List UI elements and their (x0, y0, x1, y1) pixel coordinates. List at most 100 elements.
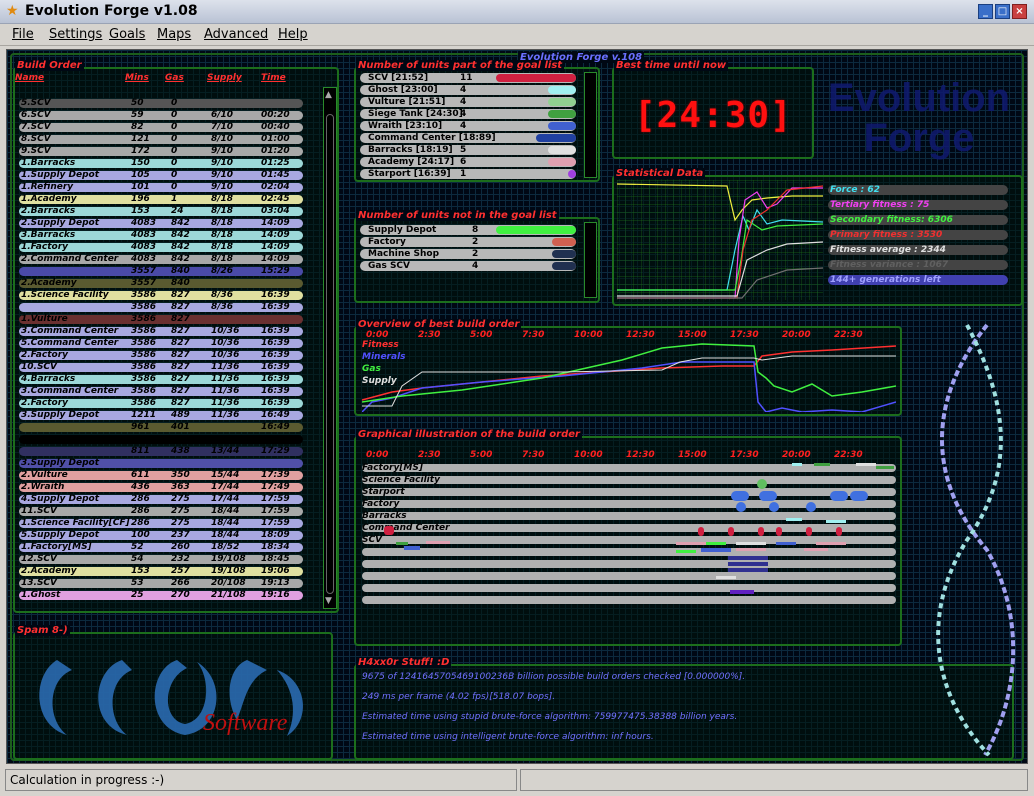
build-order-row[interactable]: 1.Supply Depot 105 0 9/10 01:45 (19, 171, 303, 180)
unit-count-bar[interactable]: Command Center [18:89] (360, 133, 576, 143)
unit-count-bar[interactable]: Supply Depot 8 (360, 225, 576, 235)
build-order-row[interactable]: 12.SCV 54 232 19/108 18:45 (19, 555, 303, 564)
minimize-icon[interactable]: _ (978, 4, 993, 19)
non-goal-title: Number of units not in the goal list (356, 210, 559, 221)
build-order-row[interactable]: 1.Academy 196 1 8/18 02:45 (19, 195, 303, 204)
maximize-icon[interactable]: □ (995, 4, 1010, 19)
non-goal-scrollbar[interactable] (584, 222, 597, 298)
build-order-row[interactable]: 811 438 13/44 17:29 (19, 447, 303, 456)
scroll-thumb[interactable] (326, 114, 334, 594)
build-order-time: 18:34 (261, 542, 290, 552)
close-icon[interactable]: × (1012, 4, 1027, 19)
build-order-row[interactable] (19, 435, 303, 444)
build-order-mins: 4083 (131, 218, 157, 228)
unit-count-bar[interactable]: Machine Shop 2 (360, 249, 576, 259)
goal-scrollbar[interactable] (584, 72, 597, 178)
unit-count-bar[interactable]: Gas SCV 4 (360, 261, 576, 271)
build-order-row[interactable]: 2.Factory 3586 827 11/36 16:39 (19, 399, 303, 408)
build-order-row[interactable]: 961 401 16:49 (19, 423, 303, 432)
unit-count-bar[interactable]: Starport [16:39] 1 (360, 169, 576, 179)
build-order-row[interactable]: 1.Vulture 3586 827 (19, 315, 303, 324)
build-order-time: 17:39 (261, 470, 290, 480)
unit-count-bar[interactable]: Academy [24:17] 6 (360, 157, 576, 167)
unit-count-bar[interactable]: Ghost [23:00] 4 (360, 85, 576, 95)
build-order-supply: 10/36 (211, 350, 240, 360)
build-order-row[interactable]: 3586 827 8/36 16:39 (19, 303, 303, 312)
build-order-row[interactable]: 5.Supply Depot 100 237 18/44 18:09 (19, 531, 303, 540)
build-order-gas: 827 (171, 374, 190, 384)
build-order-mins: 50 (131, 98, 144, 108)
status-bar: Calculation in progress :-) (0, 766, 1034, 796)
build-order-row[interactable]: 3557 840 8/26 15:29 (19, 267, 303, 276)
unit-count-bar[interactable]: Vulture [21:51] 4 (360, 97, 576, 107)
build-order-row[interactable]: 1.Factory 4083 842 8/18 14:09 (19, 243, 303, 252)
build-order-row[interactable]: 7.SCV 82 0 7/10 00:40 (19, 123, 303, 132)
scroll-up-icon[interactable]: ▲ (325, 90, 332, 100)
build-order-row[interactable]: 1.Science Facility 3586 827 8/36 16:39 (19, 291, 303, 300)
scroll-down-icon[interactable]: ▼ (325, 596, 332, 606)
build-order-row[interactable]: 2.Factory 3586 827 10/36 16:39 (19, 351, 303, 360)
build-order-time: 15:29 (261, 266, 290, 276)
non-goal-panel: Number of units not in the goal list Sup… (354, 210, 600, 303)
build-order-supply: 11/36 (211, 374, 240, 384)
menu-goals[interactable]: Goals (109, 27, 145, 42)
unit-count-bar[interactable]: Wraith [23:10] 4 (360, 121, 576, 131)
build-order-row[interactable]: 6.SCV 59 0 6/10 00:20 (19, 111, 303, 120)
build-order-row[interactable]: 2.Barracks 153 24 8/18 03:04 (19, 207, 303, 216)
unit-count: 4 (460, 85, 467, 95)
build-order-row[interactable]: 2.Wraith 436 363 17/44 17:49 (19, 483, 303, 492)
build-order-supply: 8/36 (211, 290, 234, 300)
build-order-row[interactable]: 3.Supply Depot 1211 489 11/36 16:49 (19, 411, 303, 420)
time-tick-label: 15:00 (678, 330, 707, 340)
build-order-row[interactable]: 2.Academy 153 257 19/108 19:06 (19, 567, 303, 576)
menu-settings[interactable]: Settings (49, 27, 102, 42)
build-order-row[interactable]: 9.SCV 172 0 9/10 01:20 (19, 147, 303, 156)
build-order-supply: 6/10 (211, 110, 234, 120)
title-bar[interactable]: ★ Evolution Forge v1.08 _ □ × (0, 0, 1034, 24)
build-order-time: 19:06 (261, 566, 290, 576)
build-order-time: 19:13 (261, 578, 290, 588)
build-order-row[interactable]: 4.Barracks 3586 827 11/36 16:39 (19, 375, 303, 384)
build-order-row[interactable]: 3.Barracks 4083 842 8/18 14:09 (19, 231, 303, 240)
unit-count-bar[interactable]: Barracks [18:19] 5 (360, 145, 576, 155)
menu-maps[interactable]: Maps (157, 27, 191, 42)
build-order-time: 14:09 (261, 242, 290, 252)
build-order-row[interactable]: 2.Vulture 611 350 15/44 17:39 (19, 471, 303, 480)
build-order-row[interactable]: 2.Command Center 4083 842 8/18 14:09 (19, 255, 303, 264)
unit-count-bar[interactable]: SCV [21:52] 11 (360, 73, 576, 83)
unit-count-bar[interactable]: Siege Tank [24:30] 4 (360, 109, 576, 119)
build-order-supply: 20/108 (211, 578, 246, 588)
build-order-time: 03:04 (261, 206, 290, 216)
build-order-row[interactable]: 2.Academy 3557 840 (19, 279, 303, 288)
time-tick-label: 7:30 (522, 330, 545, 340)
build-order-row[interactable]: 11.SCV 286 275 18/44 17:59 (19, 507, 303, 516)
menu-file[interactable]: File (12, 27, 34, 42)
build-order-row[interactable]: 1.Refinery 101 0 9/10 02:04 (19, 183, 303, 192)
build-order-row[interactable]: 3.Supply Depot (19, 459, 303, 468)
unit-count-bar[interactable]: Factory 2 (360, 237, 576, 247)
build-order-row[interactable]: 1.Factory[MS] 52 260 18/52 18:34 (19, 543, 303, 552)
build-order-mins: 3586 (131, 386, 157, 396)
build-order-row[interactable]: 8.SCV 121 0 8/10 01:00 (19, 135, 303, 144)
build-order-mins: 961 (131, 422, 150, 432)
build-order-row[interactable]: 4.Supply Depot 286 275 17/44 17:59 (19, 495, 303, 504)
build-order-row[interactable]: 1.Barracks 150 0 9/10 01:25 (19, 159, 303, 168)
build-order-mins: 286 (131, 506, 150, 516)
build-order-time: 16:49 (261, 410, 290, 420)
build-order-row[interactable]: 3.Command Center 3586 827 10/36 16:39 (19, 327, 303, 336)
build-order-row[interactable]: 13.SCV 53 266 20/108 19:13 (19, 579, 303, 588)
build-order-scrollbar[interactable]: ▲ ▼ (323, 87, 337, 609)
build-order-time: 16:39 (261, 302, 290, 312)
build-order-row[interactable]: 1.Ghost 25 270 21/108 19:16 (19, 591, 303, 600)
build-order-row[interactable]: 10.SCV 3586 827 11/36 16:39 (19, 363, 303, 372)
build-order-name: 3.Supply Depot (21, 410, 100, 420)
build-order-row[interactable]: 5.SCV 50 0 (19, 99, 303, 108)
build-order-row[interactable]: 2.Supply Depot 4083 842 8/18 14:09 (19, 219, 303, 228)
build-order-mins: 811 (131, 446, 150, 456)
menu-help[interactable]: Help (278, 27, 308, 42)
menu-advanced[interactable]: Advanced (204, 27, 268, 42)
unit-count-fill (568, 170, 576, 178)
build-order-row[interactable]: 1.Science Facility[CF] 286 275 18/44 17:59 (19, 519, 303, 528)
build-order-row[interactable]: 5.Command Center 3586 827 10/36 16:39 (19, 339, 303, 348)
build-order-row[interactable]: 3.Command Center 3586 827 11/36 16:39 (19, 387, 303, 396)
